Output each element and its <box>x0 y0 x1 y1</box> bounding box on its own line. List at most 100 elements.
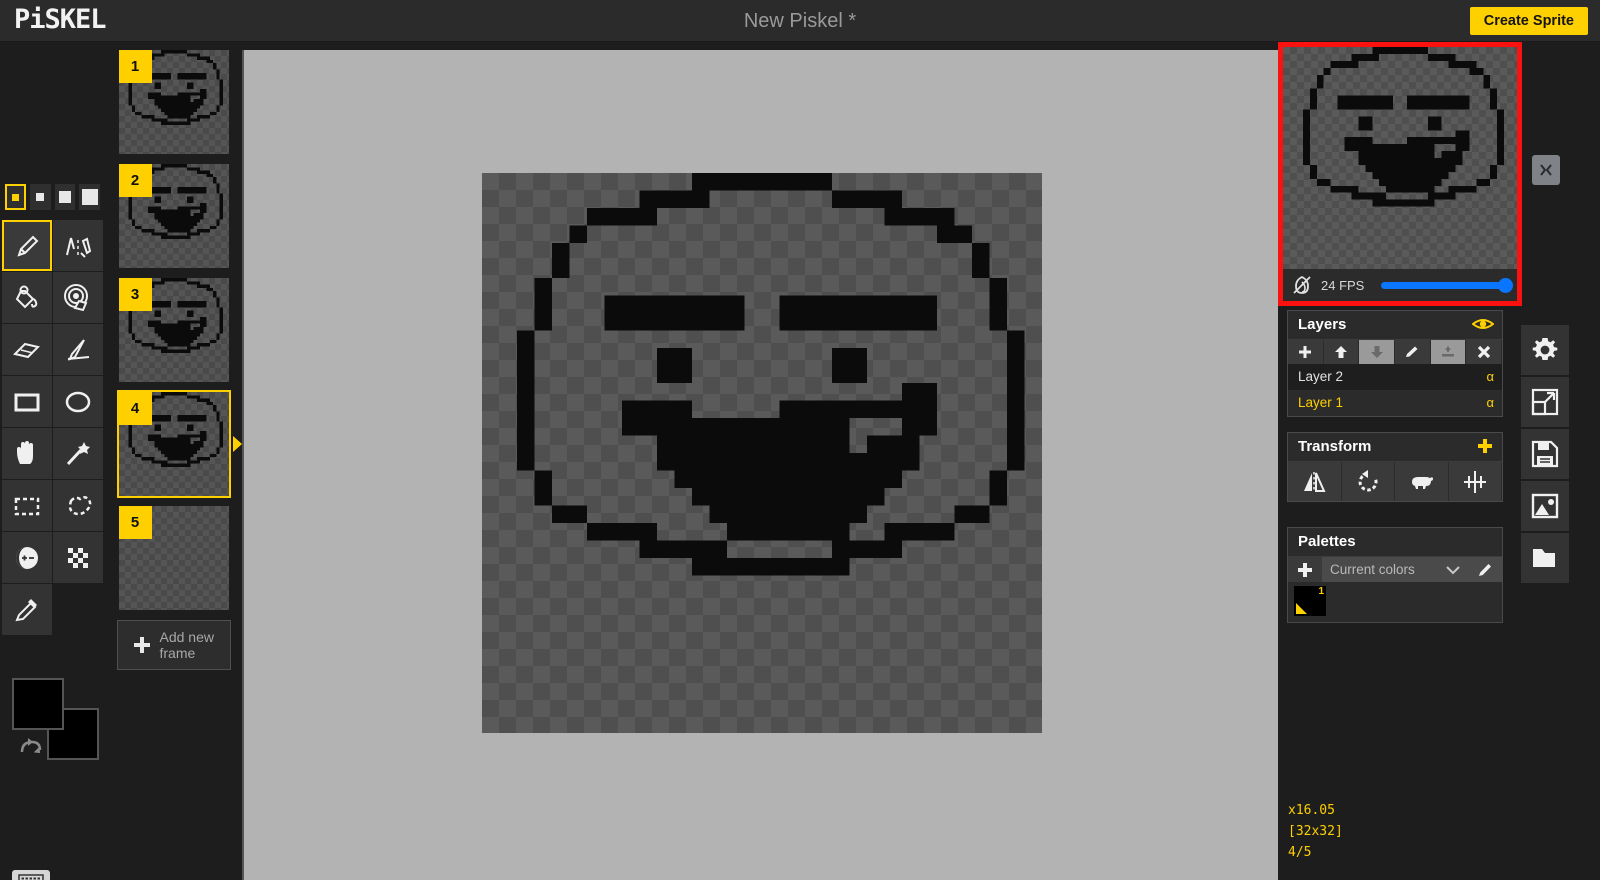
tools-column <box>0 42 105 880</box>
collapse-panel-button[interactable] <box>1532 155 1560 185</box>
rectangle-icon <box>14 393 40 411</box>
paint-bucket-icon <box>15 285 38 308</box>
pen-size-4[interactable] <box>79 184 101 210</box>
resize-button[interactable] <box>1521 377 1569 427</box>
layer-name: Layer 2 <box>1298 369 1344 384</box>
selected-frame-caret <box>232 436 242 452</box>
layer-opacity-toggle[interactable]: α <box>1486 390 1494 416</box>
palettes-panel: Palettes Current colors 1 <box>1287 527 1503 623</box>
layers-visibility-toggle[interactable] <box>1471 315 1495 343</box>
piskel-app: PiSKEL New Piskel * Create Sprite 1 2 3 … <box>0 0 1600 880</box>
tool-magic-wand[interactable] <box>53 428 103 479</box>
layer-row[interactable]: Layer 2 α <box>1288 364 1502 390</box>
onion-skin-icon[interactable] <box>1291 274 1313 296</box>
color-selector <box>10 678 100 760</box>
swap-colors-icon[interactable] <box>18 734 44 756</box>
lasso-select-icon <box>68 495 92 515</box>
collapse-right-icon <box>1540 164 1552 176</box>
center-button[interactable] <box>1448 462 1502 501</box>
layer-row[interactable]: Layer 1 α <box>1288 390 1502 416</box>
edit-palette-button[interactable] <box>1468 557 1502 582</box>
add-palette-button[interactable] <box>1288 557 1322 582</box>
stroke-icon <box>67 338 90 361</box>
palette-dropdown[interactable]: Current colors <box>1322 557 1468 582</box>
drawing-canvas[interactable] <box>482 173 1042 733</box>
transform-panel: Transform <box>1287 432 1503 502</box>
move-layer-up-button[interactable] <box>1323 340 1360 364</box>
tool-rectangle[interactable] <box>2 376 52 427</box>
rotate-icon <box>1358 469 1378 491</box>
tool-lasso-select[interactable] <box>53 480 103 531</box>
fps-slider[interactable] <box>1381 277 1513 293</box>
create-sprite-button[interactable]: Create Sprite <box>1469 7 1588 35</box>
primary-color-swatch[interactable] <box>12 678 64 730</box>
transform-buttons <box>1288 461 1502 501</box>
settings-button[interactable] <box>1521 325 1569 375</box>
clone-button[interactable] <box>1395 462 1449 501</box>
canvas-area <box>242 50 1278 880</box>
frame-number: 4 <box>118 392 152 425</box>
pen-size-1[interactable] <box>5 184 26 210</box>
add-new-frame-label: Add new frame <box>159 629 214 661</box>
dithering-icon <box>68 547 88 568</box>
frame-thumbnail[interactable]: 3 <box>116 276 231 384</box>
plus-icon <box>1478 439 1492 453</box>
document-title: New Piskel * <box>743 10 857 32</box>
layer-action-buttons <box>1288 339 1503 364</box>
tool-stroke[interactable] <box>53 324 103 375</box>
tool-pencil[interactable] <box>2 220 52 271</box>
merge-layer-button[interactable] <box>1430 340 1467 364</box>
pen-size-3[interactable] <box>54 184 76 210</box>
tool-eraser[interactable] <box>2 324 52 375</box>
fps-slider-knob[interactable] <box>1498 277 1513 293</box>
tool-grid <box>2 220 103 635</box>
keyboard-shortcuts-button[interactable] <box>12 870 50 880</box>
tool-dithering[interactable] <box>53 532 103 583</box>
tool-color-picker[interactable] <box>2 584 52 635</box>
move-layer-down-button[interactable] <box>1359 340 1396 364</box>
tool-vertical-mirror-pen[interactable] <box>53 220 103 271</box>
export-image-icon <box>1531 493 1559 519</box>
palette-color-swatch[interactable]: 1 <box>1294 586 1326 616</box>
palette-selector-row: Current colors <box>1288 556 1502 582</box>
add-layer-button[interactable] <box>1288 340 1324 364</box>
layers-title: Layers <box>1288 311 1502 339</box>
open-button[interactable] <box>1521 533 1569 583</box>
layer-name: Layer 1 <box>1298 395 1344 410</box>
rotate-button[interactable] <box>1341 462 1395 501</box>
save-button[interactable] <box>1521 429 1569 479</box>
pen-size-selector <box>5 184 101 212</box>
frame-number: 2 <box>118 164 152 197</box>
tool-circle[interactable] <box>53 376 103 427</box>
frame-thumbnail[interactable]: 5 <box>116 504 231 612</box>
frame-thumbnail[interactable]: 2 <box>116 162 231 270</box>
frames-column: 1 2 3 4 5 Add new frame <box>105 42 242 880</box>
circle-icon <box>65 391 91 412</box>
tool-move[interactable] <box>2 428 52 479</box>
export-button[interactable] <box>1521 481 1569 531</box>
gear-icon <box>1532 338 1558 360</box>
transform-expand-button[interactable] <box>1476 437 1494 465</box>
palettes-title-label: Palettes <box>1298 533 1356 550</box>
frame-thumbnail[interactable]: 4 <box>116 390 242 498</box>
tool-paint-bucket[interactable] <box>2 272 52 323</box>
layers-title-label: Layers <box>1298 316 1347 333</box>
rename-layer-button[interactable] <box>1395 340 1431 364</box>
color-picker-icon <box>15 598 37 621</box>
tool-lighten-darken[interactable] <box>2 532 52 583</box>
move-hand-icon <box>17 440 33 464</box>
keyboard-icon <box>18 874 44 880</box>
tool-rectangle-select[interactable] <box>2 480 52 531</box>
pen-size-2[interactable] <box>29 184 51 210</box>
frame-number: 3 <box>118 278 152 311</box>
add-new-frame-button[interactable]: Add new frame <box>116 620 231 670</box>
flip-horizontal-button[interactable] <box>1288 462 1342 501</box>
frame-thumbnail[interactable]: 1 <box>116 48 231 156</box>
sprite-size: [32x32] <box>1288 824 1343 839</box>
delete-layer-button[interactable] <box>1466 340 1503 364</box>
animation-preview[interactable] <box>1283 47 1517 269</box>
preview-sprite-artwork <box>1302 47 1505 207</box>
tool-paint-similar[interactable] <box>53 272 103 323</box>
plus-icon <box>1299 346 1312 358</box>
layer-opacity-toggle[interactable]: α <box>1486 364 1494 390</box>
